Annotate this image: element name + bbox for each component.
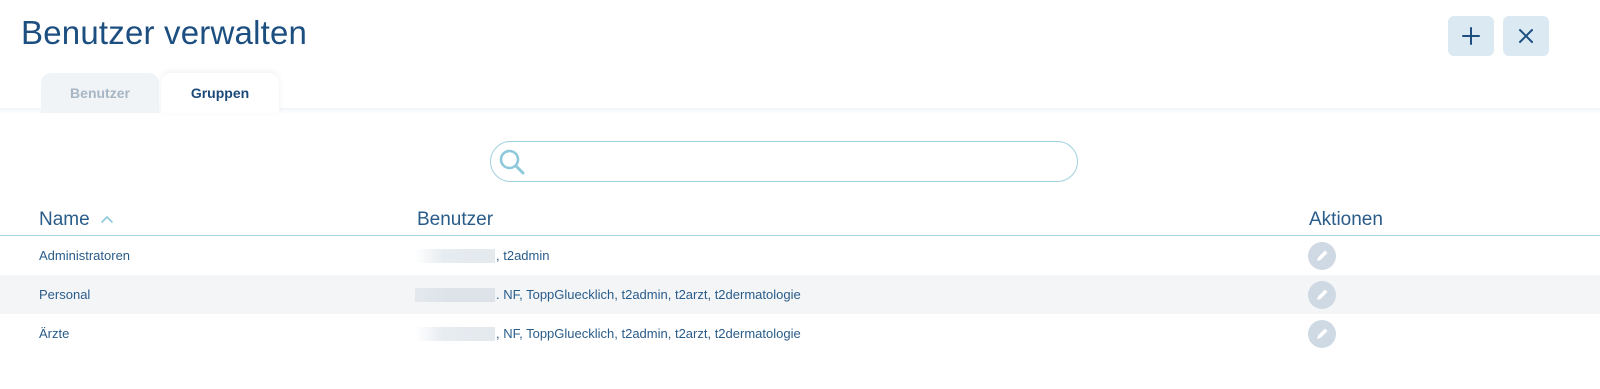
edit-button[interactable]: [1308, 320, 1336, 348]
pencil-icon: [1317, 289, 1328, 300]
table-row: Ärzte , NF, ToppGluecklich, t2admin, t2a…: [0, 314, 1600, 353]
table-row: Administratoren , t2admin: [0, 236, 1600, 275]
redacted-text: [415, 287, 495, 302]
search-field[interactable]: [490, 141, 1078, 182]
page-title: Benutzer verwalten: [21, 14, 308, 51]
group-users: , NF, ToppGluecklich, t2admin, t2arzt, t…: [415, 314, 801, 353]
close-icon: [1519, 29, 1533, 43]
group-name: Personal: [39, 287, 91, 302]
table-row: Personal . NF, ToppGluecklich, t2admin, …: [0, 275, 1600, 314]
edit-button[interactable]: [1308, 281, 1336, 309]
group-users-text: , NF, ToppGluecklich, t2admin, t2arzt, t…: [496, 326, 801, 341]
sort-ascending-icon[interactable]: [100, 213, 114, 225]
plus-icon: [1462, 27, 1480, 45]
group-users: . NF, ToppGluecklich, t2admin, t2arzt, t…: [415, 275, 801, 314]
group-users: , t2admin: [415, 236, 549, 275]
pencil-icon: [1317, 250, 1328, 261]
close-button[interactable]: [1503, 16, 1549, 56]
tab-benutzer[interactable]: Benutzer: [41, 73, 159, 113]
add-group-button[interactable]: [1448, 16, 1494, 56]
group-users-text: . NF, ToppGluecklich, t2admin, t2arzt, t…: [496, 287, 801, 302]
column-header-name[interactable]: Name: [39, 209, 90, 231]
column-header-users: Benutzer: [417, 209, 494, 230]
tab-gruppen[interactable]: Gruppen: [161, 73, 279, 113]
group-name: Ärzte: [39, 326, 70, 341]
column-header-actions: Aktionen: [1309, 209, 1383, 230]
group-name: Administratoren: [39, 248, 131, 263]
redacted-text: [415, 326, 495, 341]
search-icon: [499, 149, 525, 175]
pencil-icon: [1317, 328, 1328, 339]
redacted-text: [415, 248, 495, 263]
search-input[interactable]: [535, 142, 1065, 181]
group-users-text: , t2admin: [496, 248, 550, 263]
edit-button[interactable]: [1308, 242, 1336, 270]
